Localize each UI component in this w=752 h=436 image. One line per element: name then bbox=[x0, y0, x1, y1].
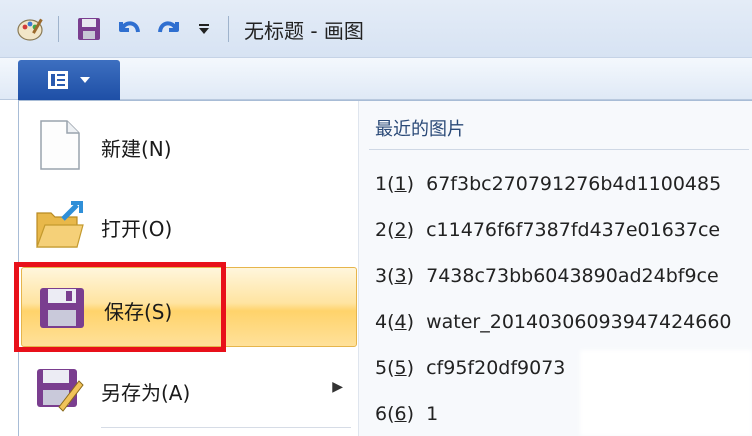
recent-item-name: 1 bbox=[426, 403, 439, 425]
title-separator bbox=[228, 16, 229, 42]
menu-list-icon bbox=[48, 71, 68, 89]
menu-item-label: 新建(N) bbox=[101, 137, 172, 161]
menu-divider bbox=[101, 427, 351, 428]
recent-item-name: water_20140306093947424660 bbox=[426, 311, 732, 333]
quick-access-separator bbox=[58, 16, 59, 42]
recent-item-name: 67f3bc270791276b4d1100485 bbox=[426, 173, 722, 195]
recent-item-name: cf95f20df9073 bbox=[426, 357, 566, 379]
redo-icon[interactable] bbox=[152, 14, 186, 44]
recent-item[interactable]: 1(1) 67f3bc270791276b4d1100485 bbox=[375, 173, 752, 203]
menu-item-label: 打开(O) bbox=[101, 217, 173, 241]
menu-item-save-as[interactable]: 另存为(A) ▶ bbox=[19, 349, 359, 429]
recent-item[interactable]: 3(3) 7438c73bb6043890ad24bf9ce bbox=[375, 265, 752, 295]
window-title: 无标题 - 画图 bbox=[244, 19, 364, 43]
menu-item-new[interactable]: 新建(N) bbox=[19, 105, 359, 185]
submenu-arrow-icon: ▶ bbox=[332, 379, 343, 395]
highlight-annotation-box bbox=[14, 262, 226, 352]
recent-item-name: c11476f6f7387fd437e01637ce bbox=[426, 219, 721, 241]
save-icon[interactable] bbox=[72, 14, 106, 44]
save-as-icon bbox=[33, 363, 85, 415]
open-folder-icon bbox=[33, 199, 85, 251]
recent-item-name: 7438c73bb6043890ad24bf9ce bbox=[426, 265, 719, 287]
undo-icon[interactable] bbox=[112, 14, 146, 44]
recent-pictures-title: 最近的图片 bbox=[375, 119, 465, 140]
new-file-icon bbox=[33, 119, 85, 171]
title-bar: 无标题 - 画图 bbox=[0, 0, 752, 58]
customize-dropdown-icon[interactable] bbox=[192, 14, 216, 44]
recent-item[interactable]: 2(2) c11476f6f7387fd437e01637ce bbox=[375, 219, 752, 249]
recent-divider bbox=[369, 149, 749, 150]
recent-item[interactable]: 4(4) water_20140306093947424660 bbox=[375, 311, 752, 341]
watermark-patch bbox=[580, 350, 752, 436]
menu-item-label: 另存为(A) bbox=[101, 381, 191, 405]
menu-item-open[interactable]: 打开(O) bbox=[19, 185, 359, 265]
chevron-down-icon bbox=[80, 77, 90, 83]
paint-icon[interactable] bbox=[14, 14, 48, 44]
app-menu-button[interactable] bbox=[18, 60, 120, 100]
